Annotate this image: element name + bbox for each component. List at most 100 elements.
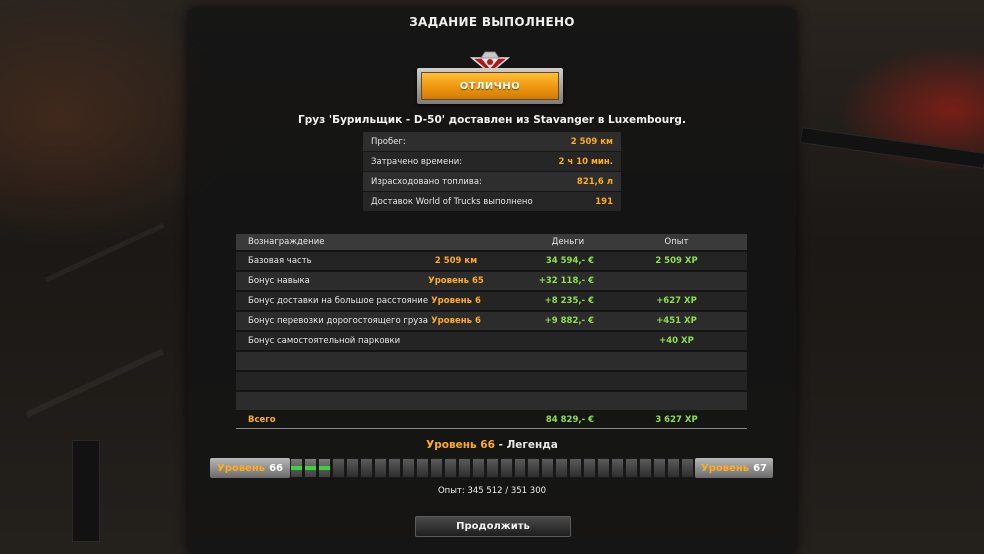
rating-label: ОТЛИЧНО bbox=[421, 72, 559, 100]
current-level-plate: Уровень 66 bbox=[210, 458, 290, 478]
progress-segment bbox=[499, 458, 513, 478]
progress-segment bbox=[331, 458, 345, 478]
progress-segment bbox=[527, 458, 541, 478]
reward-condition: Уровень 6 bbox=[431, 316, 481, 326]
reward-money: 34 594,- € bbox=[545, 256, 594, 266]
reward-xp: +451 XP bbox=[656, 316, 697, 326]
rating-badge: ОТЛИЧНО bbox=[417, 51, 563, 104]
reward-name: Бонус навыка bbox=[248, 276, 310, 286]
level-word: Уровень bbox=[216, 462, 266, 474]
roadside-post bbox=[72, 440, 100, 542]
progress-segment bbox=[625, 458, 639, 478]
progress-segment bbox=[555, 458, 569, 478]
stat-label: Доставок World of Trucks выполнено bbox=[371, 196, 533, 207]
reward-condition: Уровень 65 bbox=[428, 276, 484, 286]
barrier bbox=[799, 127, 984, 169]
stat-value: 821,6 л bbox=[576, 176, 613, 187]
progress-segment bbox=[401, 458, 415, 478]
header-reward: Вознаграждение bbox=[248, 237, 325, 247]
continue-button[interactable]: Продолжить bbox=[415, 516, 571, 537]
progress-segment bbox=[667, 458, 681, 478]
stat-label: Израсходовано топлива: bbox=[371, 176, 482, 187]
stat-value: 2 ч 10 мин. bbox=[558, 156, 613, 167]
reward-money: +9 882,- € bbox=[544, 316, 594, 326]
level-title: Уровень 66 - Легенда bbox=[188, 439, 796, 451]
total-money: 84 829,- € bbox=[545, 415, 594, 425]
stat-value: 191 bbox=[595, 196, 613, 207]
progress-segment bbox=[457, 458, 471, 478]
progress-segment bbox=[345, 458, 359, 478]
progress-segment-filled bbox=[290, 458, 303, 478]
stat-label: Затрачено времени: bbox=[371, 156, 463, 167]
reward-xp: +627 XP bbox=[656, 296, 697, 306]
progress-segment-filled bbox=[303, 458, 317, 478]
road-marking bbox=[25, 348, 165, 418]
progress-segment bbox=[373, 458, 387, 478]
progress-segment bbox=[513, 458, 527, 478]
road-marking bbox=[45, 222, 165, 283]
reward-row: Бонус перевозки дорогостоящего груза Уров… bbox=[236, 312, 747, 330]
stat-distance: Пробег: 2 509 км bbox=[363, 132, 621, 151]
reward-row: Бонус самостоятельной парковки +40 XP bbox=[236, 332, 747, 350]
stat-label: Пробег: bbox=[371, 136, 406, 147]
progress-segment bbox=[639, 458, 653, 478]
progress-segment bbox=[429, 458, 443, 478]
level-prefix: Уровень bbox=[426, 439, 477, 451]
stat-time: Затрачено времени: 2 ч 10 мин. bbox=[363, 152, 621, 171]
progress-segment bbox=[569, 458, 583, 478]
reward-row: Бонус навыка Уровень 65 +32 118,- € bbox=[236, 272, 747, 290]
progress-segment bbox=[611, 458, 625, 478]
progress-segment bbox=[597, 458, 611, 478]
reward-money: +8 235,- € bbox=[544, 296, 594, 306]
level-rank: - Легенда bbox=[498, 439, 558, 451]
reward-row: Бонус доставки на большое расстояние Уров… bbox=[236, 292, 747, 310]
progress-segment bbox=[681, 458, 695, 478]
reward-condition: Уровень 6 bbox=[431, 296, 481, 306]
reward-name: Базовая часть bbox=[248, 256, 312, 266]
progress-fill bbox=[318, 466, 330, 470]
progress-segment bbox=[387, 458, 401, 478]
progress-segment bbox=[583, 458, 597, 478]
reward-name: Бонус доставки на большое расстояние bbox=[248, 296, 429, 306]
stat-wot-deliveries: Доставок World of Trucks выполнено 191 bbox=[363, 192, 621, 211]
progress-segment bbox=[485, 458, 499, 478]
reward-money: +32 118,- € bbox=[538, 276, 594, 286]
reward-xp: +40 XP bbox=[659, 336, 694, 346]
reward-row: Базовая часть 2 509 км 34 594,- € 2 509 XP bbox=[236, 252, 747, 270]
progress-segment-filled bbox=[317, 458, 331, 478]
rewards-header: Вознаграждение Деньги Опыт bbox=[236, 234, 747, 250]
progress-fill bbox=[304, 466, 316, 470]
job-stats: Пробег: 2 509 км Затрачено времени: 2 ч … bbox=[363, 132, 621, 212]
header-xp: Опыт bbox=[664, 237, 689, 247]
total-label: Всего bbox=[248, 415, 276, 425]
progress-fill bbox=[291, 466, 302, 470]
total-xp: 3 627 XP bbox=[655, 415, 698, 425]
header-money: Деньги bbox=[551, 237, 585, 247]
reward-name: Бонус самостоятельной парковки bbox=[248, 336, 401, 346]
reward-row bbox=[236, 392, 747, 410]
reward-xp: 2 509 XP bbox=[655, 256, 698, 266]
progress-segments bbox=[290, 458, 695, 478]
progress-segment bbox=[471, 458, 485, 478]
next-level-plate: Уровень 67 bbox=[695, 458, 773, 478]
level-progress-bar: Уровень 66 Уровень 67 bbox=[210, 458, 773, 478]
level-current: 66 bbox=[480, 439, 495, 451]
progress-segment bbox=[415, 458, 429, 478]
rewards-total-row: Всего 84 829,- € 3 627 XP bbox=[236, 412, 747, 429]
progress-segment bbox=[653, 458, 667, 478]
reward-name: Бонус перевозки дорогостоящего груза bbox=[248, 316, 428, 326]
reward-row bbox=[236, 352, 747, 370]
stat-fuel: Израсходовано топлива: 821,6 л bbox=[363, 172, 621, 191]
current-level-number: 66 bbox=[269, 462, 283, 474]
reward-condition: 2 509 км bbox=[434, 256, 478, 266]
progress-segment bbox=[359, 458, 373, 478]
job-complete-dialog: ЗАДАНИЕ ВЫПОЛНЕНО ОТЛИЧНО Груз 'Бурильщи… bbox=[188, 8, 796, 554]
reward-row bbox=[236, 372, 747, 390]
progress-segment bbox=[443, 458, 457, 478]
stat-value: 2 509 км bbox=[570, 136, 613, 147]
rewards-table: Вознаграждение Деньги Опыт Базовая часть… bbox=[236, 234, 747, 429]
dialog-title: ЗАДАНИЕ ВЫПОЛНЕНО bbox=[409, 15, 575, 29]
level-word: Уровень bbox=[700, 462, 750, 474]
next-level-number: 67 bbox=[753, 462, 767, 474]
progress-segment bbox=[541, 458, 555, 478]
